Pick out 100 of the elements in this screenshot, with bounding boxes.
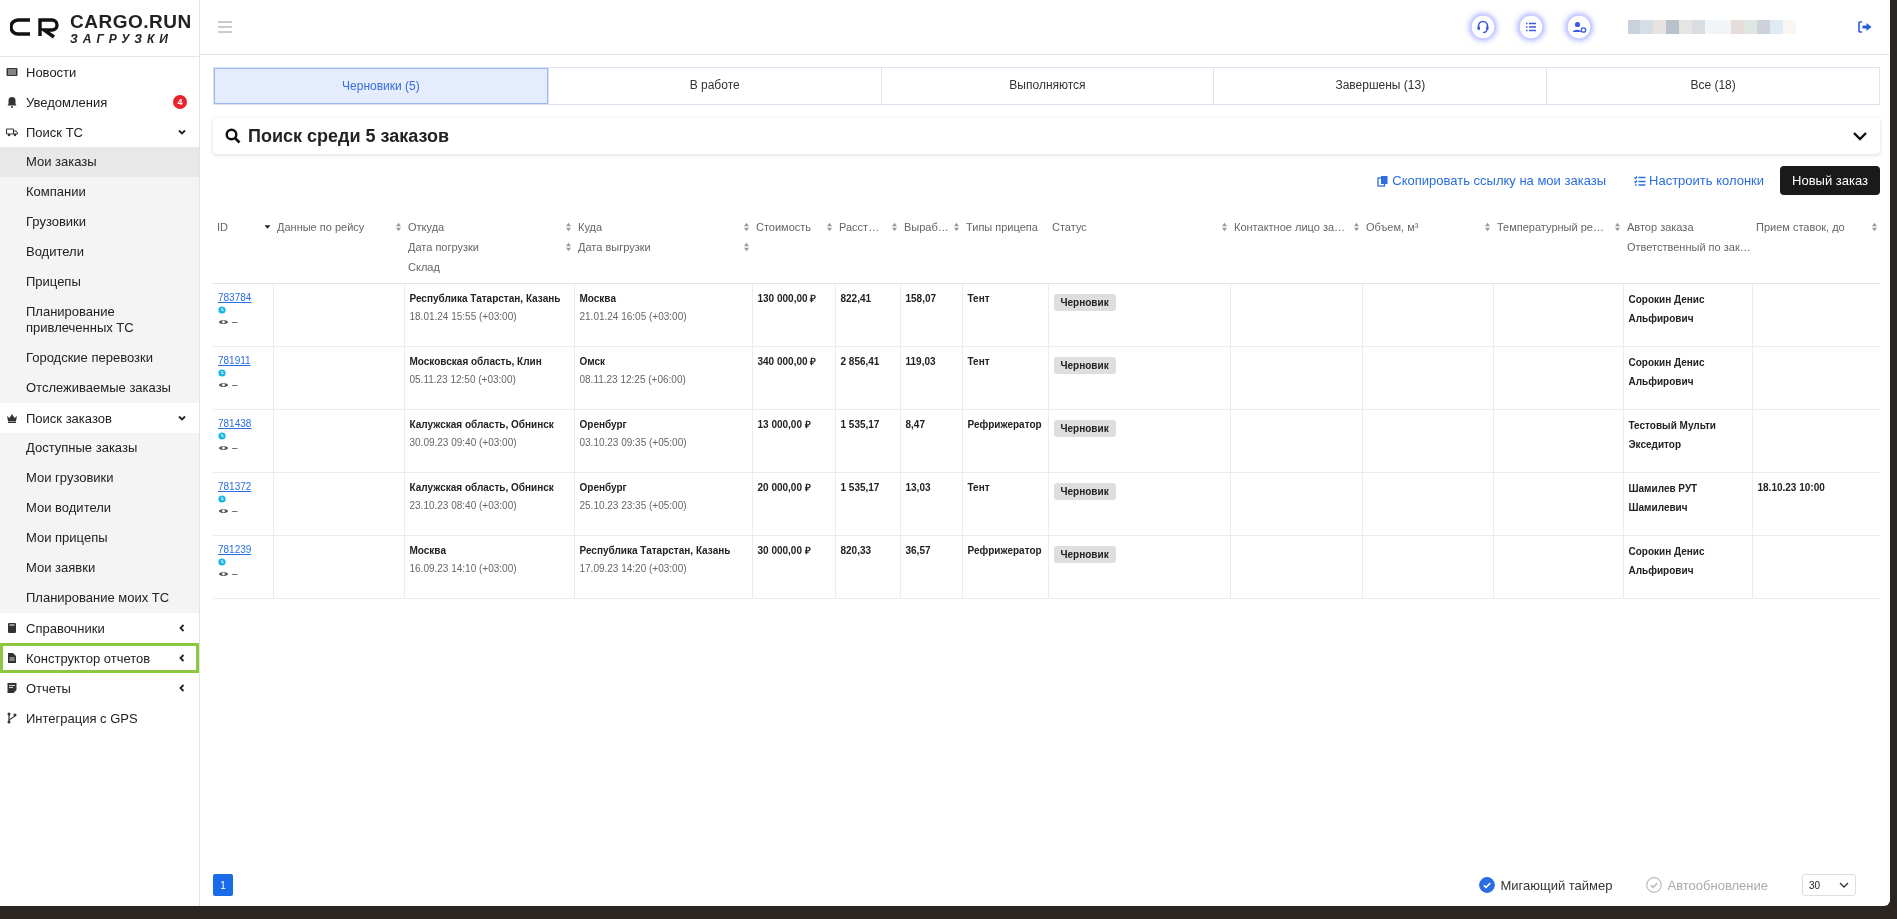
logout-icon[interactable] [1858,21,1872,33]
sidebar-subitem[interactable]: Мои прицепы [0,523,199,553]
sort-icon[interactable] [891,222,898,232]
order-id-link[interactable]: 783784 [218,292,269,303]
sidebar-subitem[interactable]: Мои грузовики [0,463,199,493]
clock-icon [218,558,226,566]
sidebar-subitem[interactable]: Компании [0,177,199,207]
sort-icon[interactable] [826,222,833,232]
sidebar-subitem[interactable]: Планирование моих ТС [0,583,199,613]
column-header[interactable]: Прием ставок, до [1756,221,1868,233]
sort-descending-icon[interactable] [264,222,271,232]
column-header[interactable]: Откуда [408,221,562,233]
tab[interactable]: Все (18) [1546,68,1879,104]
column-header[interactable]: Дата погрузки [408,241,562,253]
sort-icon[interactable] [1614,222,1621,232]
order-id-link[interactable]: 781372 [218,481,269,492]
column-header[interactable]: Автор заказа [1627,221,1750,233]
sort-icon[interactable] [565,222,572,232]
tab[interactable]: Выполняются [880,68,1214,104]
chevron-left-icon [177,683,187,693]
table-cell-text: 340 000,00 ₽ [757,355,818,369]
column-header[interactable]: Куда [578,221,740,233]
sidebar-subitem[interactable]: Мои водители [0,493,199,523]
column-header[interactable]: Дата выгрузки [578,241,740,253]
checked-circle-icon[interactable] [1479,877,1496,893]
report-icon [6,682,18,694]
sidebar-subitem[interactable]: Отслеживаемые заказы [0,373,199,403]
order-id-link[interactable]: 781911 [218,355,269,366]
column-header[interactable]: ID [217,221,261,233]
sidebar-subitem[interactable]: Мои заявки [0,553,199,583]
user-settings-icon[interactable] [1566,14,1592,40]
column-header[interactable]: Выраб… [904,221,950,233]
tab[interactable]: Черновики (5) [214,68,548,104]
chevron-down-icon [1839,882,1849,888]
headset-icon[interactable] [1470,14,1496,40]
sidebar-item[interactable]: Поиск заказов [0,403,199,433]
sort-icon[interactable] [395,222,402,232]
sort-icon[interactable] [1484,222,1491,232]
sort-icon[interactable] [1353,222,1360,232]
table-cell-text: 2 856,41 [840,355,881,369]
page-button[interactable]: 1 [213,874,233,896]
status-badge: Черновик [1053,420,1116,437]
sidebar-item[interactable]: Поиск ТС [0,117,199,147]
sidebar-item[interactable]: Справочники [0,613,199,643]
bell-icon [6,96,18,108]
tab[interactable]: Завершены (13) [1213,68,1547,104]
column-header[interactable]: Ответственный по зак… [1627,241,1750,253]
status-badge: Черновик [1053,294,1116,311]
table-cell-text: Республика Татарстан, Казань [579,544,732,558]
column-header[interactable]: Данные по рейсу [277,221,392,233]
unchecked-circle-icon[interactable] [1646,877,1663,893]
list-icon[interactable] [1518,14,1544,40]
sort-icon[interactable] [953,222,960,232]
sidebar-subitem[interactable]: Городские перевозки [0,343,199,373]
eye-icon [218,380,229,389]
table-cell-text: Оренбург [579,418,628,432]
table-cell-text: 03.10.23 09:35 (+05:00) [579,437,688,448]
table-cell-text: 130 000,00 ₽ [757,292,818,306]
sidebar-subitem[interactable]: Планирование привлеченных ТС [0,297,199,343]
sidebar-subitem[interactable]: Мои заказы [0,147,199,177]
sort-icon[interactable] [1221,222,1228,232]
page-size-select[interactable]: 30 [1802,874,1856,896]
table-cell-text: Тестовый Мульти Экседитор [1628,419,1717,452]
status-badge: Черновик [1053,546,1116,563]
tab[interactable]: В работе [547,68,881,104]
sidebar-subitem[interactable]: Прицепы [0,267,199,297]
sort-icon[interactable] [743,222,750,232]
configure-columns-link[interactable]: Настроить колонки [1634,173,1765,188]
column-header[interactable]: Расст… [839,221,888,233]
sidebar-item[interactable]: Отчеты [0,673,199,703]
toggle-label: Автообновление [1667,877,1768,893]
sidebar-subitem[interactable]: Водители [0,237,199,267]
column-header[interactable]: Температурный ре… [1497,221,1611,233]
sort-icon[interactable] [743,242,750,252]
column-header[interactable]: Стоимость [756,221,823,233]
sidebar-item[interactable]: Конструктор отчетов [0,643,199,673]
order-id-link[interactable]: 781239 [218,544,269,555]
order-id-link[interactable]: 781438 [218,418,269,429]
table-cell-text: 08.11.23 12:25 (+06:00) [579,374,687,385]
chevron-down-icon[interactable] [1852,131,1868,141]
sidebar-item[interactable]: Новости [0,57,199,87]
column-header[interactable]: Объем, м³ [1366,221,1481,233]
menu-icon[interactable] [218,21,232,33]
column-header[interactable]: Статус [1052,221,1218,233]
table-cell-text: 21.01.24 16:05 (+03:00) [579,311,688,322]
sort-icon[interactable] [1871,222,1878,232]
copy-link[interactable]: Скопировать ссылку на мои заказы [1377,173,1607,188]
new-order-button[interactable]: Новый заказ [1780,166,1880,195]
document-icon [6,652,18,664]
column-header[interactable]: Склад [408,261,572,273]
column-header[interactable]: Контактное лицо за… [1234,221,1350,233]
sort-icon[interactable] [565,242,572,252]
search-panel[interactable]: Поиск среди 5 заказов [213,118,1880,154]
status-badge: Черновик [1053,357,1116,374]
sidebar-subitem[interactable]: Грузовики [0,207,199,237]
sidebar-item[interactable]: Уведомления 4 [0,87,199,117]
column-header[interactable]: Типы прицепа [966,221,1046,233]
sidebar-subitem[interactable]: Доступные заказы [0,433,199,463]
sidebar-item[interactable]: Интеграция с GPS [0,703,199,733]
notification-badge: 4 [173,95,187,109]
